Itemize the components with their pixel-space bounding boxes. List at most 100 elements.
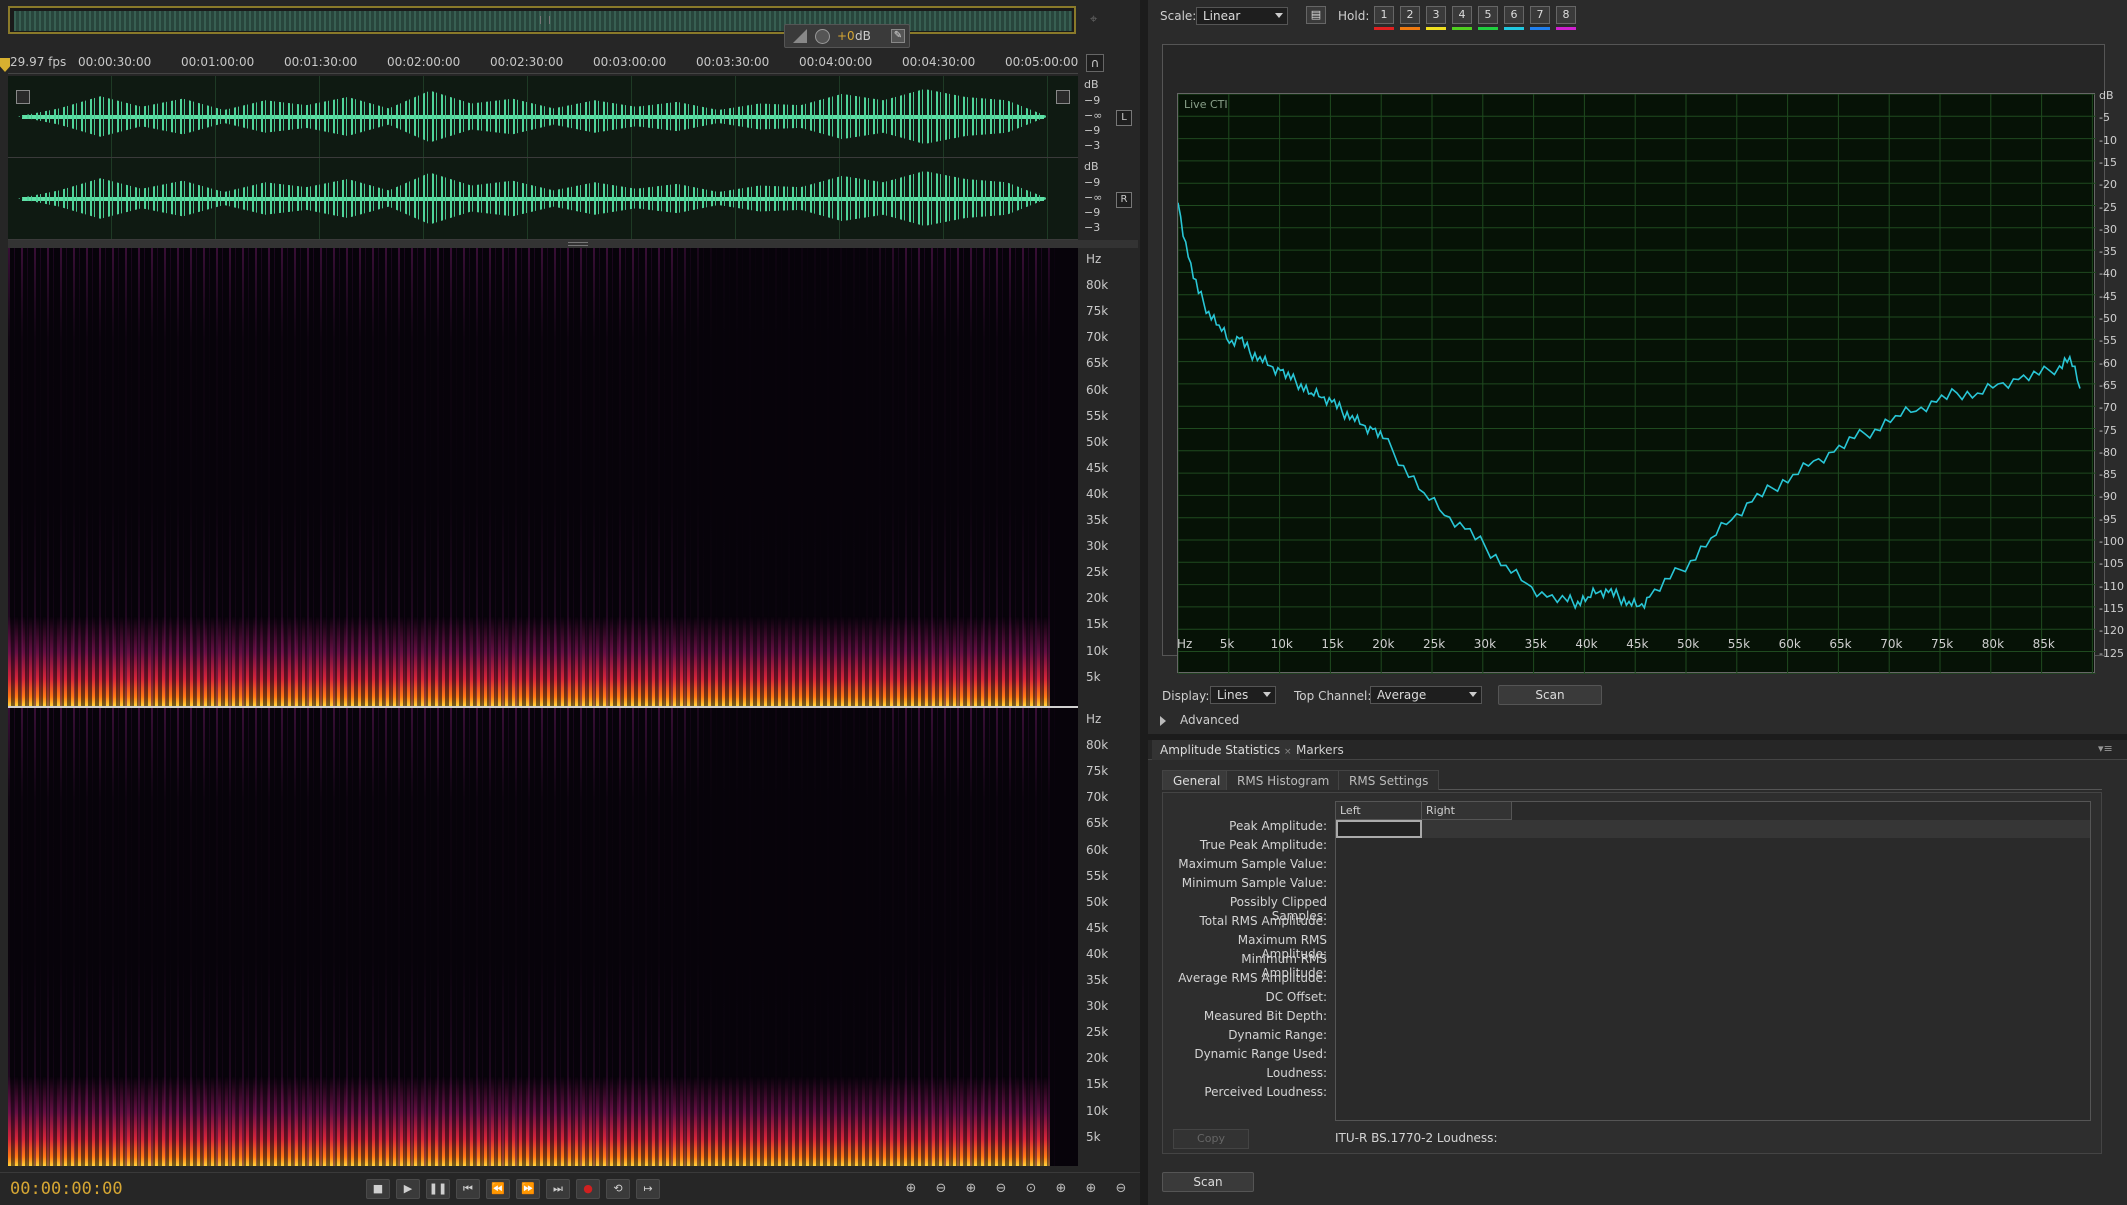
- column-header-left[interactable]: Left: [1336, 802, 1422, 820]
- timecode-display[interactable]: 00:00:00:00: [10, 1179, 123, 1199]
- x-tick-label: Hz: [1177, 637, 1193, 651]
- hz-label: 25k: [1086, 1025, 1109, 1040]
- hz-label: 5k: [1086, 669, 1101, 684]
- column-header-right[interactable]: Right: [1422, 802, 1512, 820]
- tab-amplitude-statistics[interactable]: Amplitude Statistics ×: [1152, 740, 1300, 760]
- zoom-in-point-icon[interactable]: ⊕: [1050, 1180, 1072, 1198]
- hz-label: 75k: [1086, 764, 1109, 779]
- tab-general[interactable]: General: [1162, 770, 1232, 790]
- waveform-tool-icon[interactable]: [1056, 90, 1070, 104]
- spectral-display-right[interactable]: [8, 708, 1078, 1166]
- hold-button-7[interactable]: 7: [1530, 6, 1550, 24]
- hz-scale-bottom: Hz 80k 75k 70k 65k 60k 55k 50k 45k 40k 35k 30k 25k 20…: [1080, 708, 1138, 1166]
- frequency-graph[interactable]: Live CTI: [1177, 93, 2096, 674]
- zoom-out-time-icon[interactable]: ⊖: [990, 1180, 1012, 1198]
- hz-label: 15k: [1086, 617, 1109, 632]
- divider-grip[interactable]: [568, 242, 588, 246]
- hz-label: 80k: [1086, 278, 1109, 293]
- stats-scan-button[interactable]: Scan: [1162, 1172, 1254, 1192]
- hz-scale-top: Hz 80k 75k 70k 65k 60k 55k 50k 45k 40k 35k 30k 25k 20…: [1080, 248, 1138, 706]
- skip-button[interactable]: ↦: [636, 1179, 660, 1199]
- hold-button-5[interactable]: 5: [1478, 6, 1498, 24]
- scan-button[interactable]: Scan: [1498, 685, 1602, 705]
- record-button[interactable]: ●: [576, 1179, 600, 1199]
- channel-left-badge[interactable]: L: [1116, 110, 1132, 126]
- go-to-start-button[interactable]: ⏮: [456, 1179, 480, 1199]
- zoom-navigator-icon[interactable]: ⌖: [1090, 12, 1106, 27]
- hold-button-6[interactable]: 6: [1504, 6, 1524, 24]
- stat-row-label: Minimum Sample Value:: [1181, 876, 1327, 890]
- hold-button-2[interactable]: 2: [1400, 6, 1420, 24]
- hold-button-1[interactable]: 1: [1374, 6, 1394, 24]
- top-channel-dropdown[interactable]: Average: [1370, 686, 1482, 704]
- hz-label: 50k: [1086, 894, 1109, 909]
- tab-rms-settings[interactable]: RMS Settings: [1338, 770, 1440, 790]
- loop-button[interactable]: ⟲: [606, 1179, 630, 1199]
- panel-menu-icon[interactable]: ▾≡: [2098, 742, 2113, 755]
- volume-knob[interactable]: [815, 29, 830, 44]
- spectral-display-left[interactable]: [8, 248, 1078, 706]
- db-label: −3: [1084, 139, 1101, 152]
- y-tick-label: -40: [2099, 267, 2117, 281]
- hz-label: 30k: [1086, 999, 1109, 1014]
- scale-dropdown[interactable]: Linear: [1196, 7, 1288, 25]
- hz-label: 10k: [1086, 1103, 1109, 1118]
- stat-row-label: Total RMS Amplitude:: [1199, 914, 1328, 928]
- analysis-panel: Scale: Linear ▤ Hold: 12345678 Live CTI …: [1148, 0, 2127, 1205]
- stats-table[interactable]: Left Right: [1335, 801, 2091, 1121]
- x-tick-label: 5k: [1219, 637, 1235, 651]
- snapshot-icon[interactable]: ▤: [1306, 6, 1326, 24]
- y-tick-label: -115: [2099, 601, 2124, 615]
- go-to-end-button[interactable]: ⏭: [546, 1179, 570, 1199]
- scale-label: Scale:: [1160, 9, 1197, 23]
- chevron-down-icon: [1263, 692, 1271, 697]
- time-ruler[interactable]: 29.97 fps 00:00:30:00 00:01:00:00 00:01:…: [8, 52, 1078, 74]
- tab-rms-histogram[interactable]: RMS Histogram: [1226, 770, 1341, 790]
- y-tick-label: -90: [2099, 490, 2117, 504]
- disclosure-triangle-icon[interactable]: [1160, 716, 1166, 726]
- display-dropdown[interactable]: Lines: [1210, 686, 1276, 704]
- advanced-toggle[interactable]: Advanced: [1180, 713, 1239, 727]
- view-divider[interactable]: [8, 240, 1138, 248]
- fast-forward-button[interactable]: ⏩: [516, 1179, 540, 1199]
- y-tick-label: -15: [2099, 155, 2117, 169]
- waveform-right-channel[interactable]: [8, 158, 1078, 240]
- channel-right-badge[interactable]: R: [1116, 192, 1132, 208]
- stat-row-label: Dynamic Range Used:: [1194, 1047, 1327, 1061]
- overview-grip[interactable]: [540, 16, 550, 24]
- zoom-out-amplitude-icon[interactable]: ⊖: [930, 1180, 952, 1198]
- hold-button-8[interactable]: 8: [1556, 6, 1576, 24]
- ruler-tick: 00:00:30:00: [78, 55, 152, 69]
- selected-row[interactable]: [1422, 820, 2090, 838]
- pin-icon[interactable]: ✎: [891, 29, 905, 43]
- panel-splitter[interactable]: [1140, 0, 1148, 1205]
- zoom-out-point-icon[interactable]: ⊕: [1080, 1180, 1102, 1198]
- selected-cell[interactable]: [1336, 820, 1422, 838]
- y-tick-label: -95: [2099, 512, 2117, 526]
- app-window: ⌖ +0 dB ✎ 29.97 fps 00:00:30:00 00:01:00…: [0, 0, 2127, 1205]
- zoom-selection-icon[interactable]: ⊖: [1110, 1180, 1132, 1198]
- x-tick-label: 55k: [1727, 637, 1751, 651]
- tab-markers[interactable]: Markers: [1288, 740, 1352, 760]
- hz-label: Hz: [1086, 712, 1102, 726]
- hz-label: 70k: [1086, 330, 1109, 345]
- copy-button[interactable]: Copy: [1173, 1129, 1249, 1149]
- waveform-tool-icon[interactable]: [16, 90, 30, 104]
- stop-button[interactable]: ■: [366, 1179, 390, 1199]
- overview-navigator[interactable]: [8, 6, 1076, 34]
- waveform-left-channel[interactable]: [8, 76, 1078, 158]
- headphones-icon[interactable]: ∩: [1086, 54, 1104, 72]
- zoom-full-icon[interactable]: ⊙: [1020, 1180, 1042, 1198]
- zoom-in-time-icon[interactable]: ⊕: [960, 1180, 982, 1198]
- display-dropdown-value: Lines: [1217, 688, 1249, 702]
- hold-button-3[interactable]: 3: [1426, 6, 1446, 24]
- stats-panel-tabs: Amplitude Statistics × Markers ▾≡: [1148, 740, 2127, 760]
- hold-button-4[interactable]: 4: [1452, 6, 1472, 24]
- stat-row-label: Measured Bit Depth:: [1203, 1009, 1327, 1023]
- pause-button[interactable]: ❚❚: [426, 1179, 450, 1199]
- rewind-button[interactable]: ⏪: [486, 1179, 510, 1199]
- hz-label: 45k: [1086, 920, 1109, 935]
- play-button[interactable]: ▶: [396, 1179, 420, 1199]
- db-label: −∞: [1084, 191, 1103, 204]
- zoom-in-amplitude-icon[interactable]: ⊕: [900, 1180, 922, 1198]
